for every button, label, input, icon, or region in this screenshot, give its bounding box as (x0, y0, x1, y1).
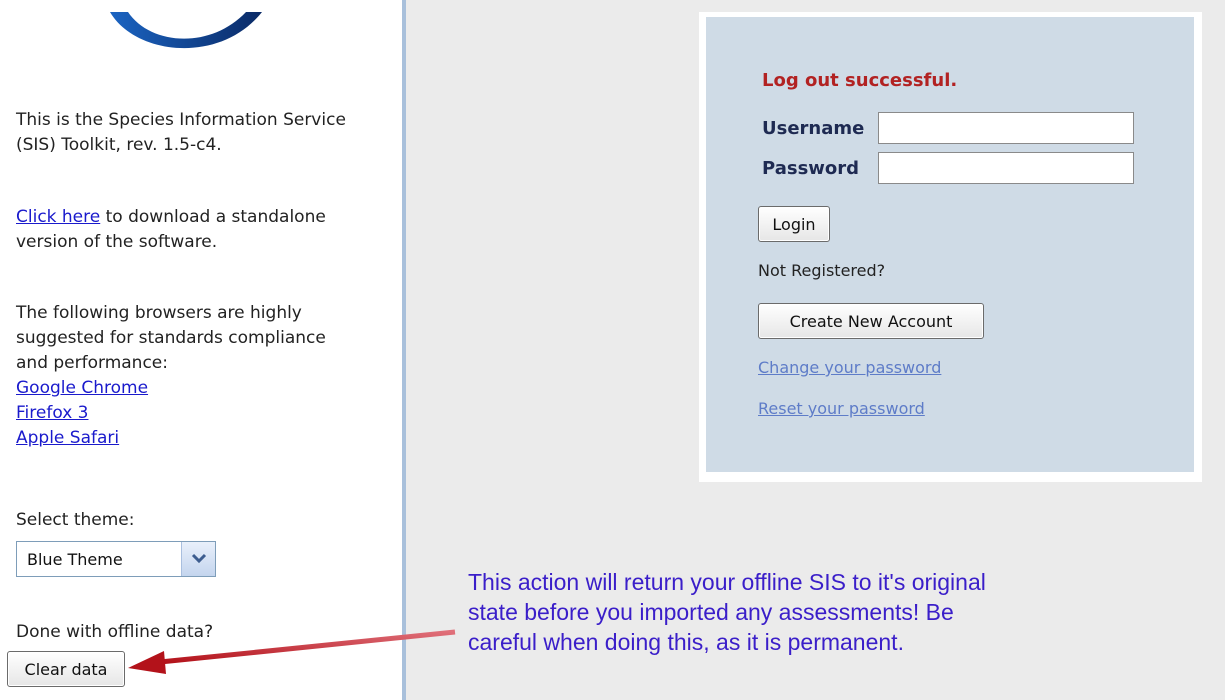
theme-value: Blue Theme (27, 550, 123, 569)
change-password-link[interactable]: Change your password (758, 358, 941, 377)
intro-text: This is the Species Information Service … (16, 110, 346, 155)
sis-logo (110, 12, 262, 49)
not-registered-text: Not Registered? (758, 261, 886, 280)
warning-line-2: state before you imported any assessment… (468, 599, 954, 625)
password-input[interactable] (878, 152, 1134, 184)
browser-link-safari[interactable]: Apple Safari (16, 428, 119, 448)
password-label: Password (762, 158, 860, 179)
browser-link-chrome[interactable]: Google Chrome (16, 378, 148, 398)
warning-annotation: This action will return your offline SIS… (468, 567, 1168, 657)
status-message: Log out successful. (762, 70, 958, 91)
download-text: Click here to download a standalone vers… (16, 207, 326, 252)
sidebar: This is the Species Information Service … (0, 0, 400, 700)
username-input[interactable] (878, 112, 1134, 144)
download-link[interactable]: Click here (16, 207, 100, 227)
username-label: Username (762, 118, 865, 139)
chevron-down-icon[interactable] (181, 542, 215, 576)
clear-data-button[interactable]: Clear data (7, 651, 125, 687)
reset-password-link[interactable]: Reset your password (758, 399, 925, 418)
offline-label: Done with offline data? (16, 622, 214, 642)
browsers-text: The following browsers are highly sugges… (16, 303, 326, 448)
browser-link-firefox[interactable]: Firefox 3 (16, 403, 88, 423)
warning-line-1: This action will return your offline SIS… (468, 569, 986, 595)
theme-label: Select theme: (16, 510, 135, 530)
create-account-button[interactable]: Create New Account (758, 303, 984, 339)
theme-select[interactable]: Blue Theme (16, 541, 216, 577)
login-button[interactable]: Login (758, 206, 830, 242)
warning-line-3: careful when doing this, as it is perman… (468, 629, 904, 655)
